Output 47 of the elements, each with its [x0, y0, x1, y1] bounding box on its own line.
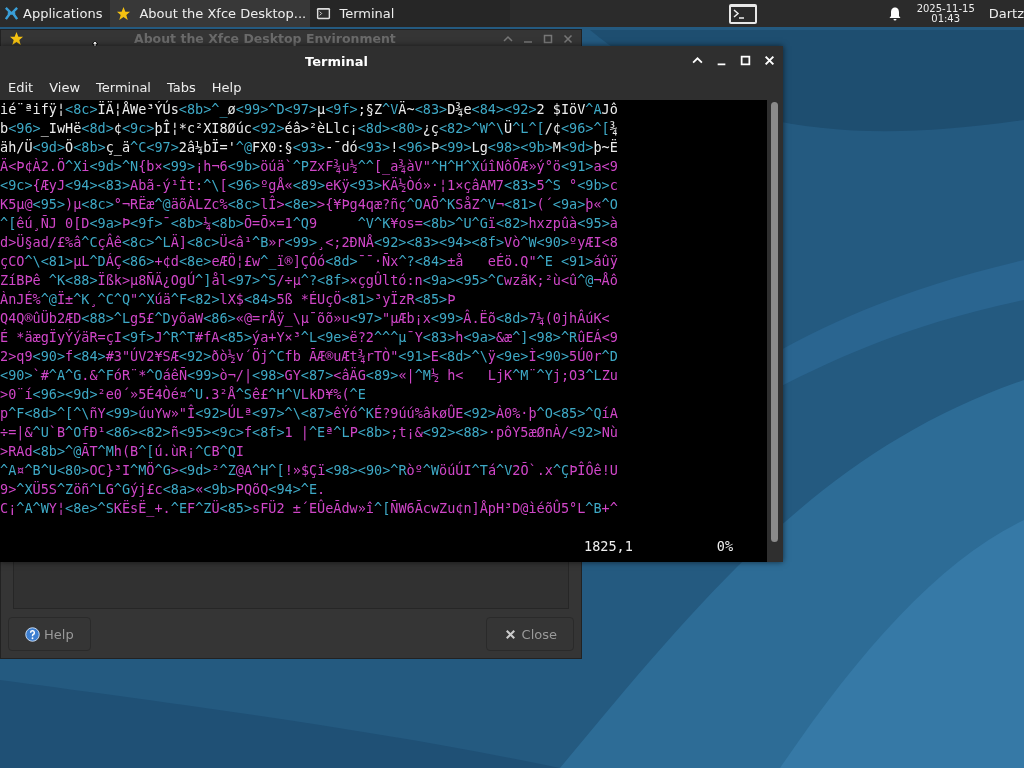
terminal-line: ÷=|&^U`B^OfÐ¹<86><82>ñ<95><9c>f<8f>1 |^Eª^LP<8b>;t¡&<92><88>·pôY5æØnÀ/<92>Nù [0, 423, 618, 442]
terminal-line: >RAd<8b>^@ÃT^Mh(B^[ú.ùR¡^CB^QI [0, 442, 244, 461]
scrollbar[interactable] [767, 100, 783, 562]
terminal-line: b<96>_IwHë<8d>¢<9c>þÎ¦*c²XI8Øúc<92>éâ>²èLlc¡<8d><80>¿ç<82>^W^\Ü^L^[/¢<96>^[¾ [0, 119, 618, 138]
star-icon [9, 31, 24, 46]
terminal-line: Q4Q®ûÜb2ÆD<88>^Lg5£^DyõaW<86>«@=rÅÿ_\µ¯õõ»u<97>"µÆb¡x<99>Â.Ëõ<8d>7¼(0jhÂúK< [0, 309, 610, 328]
close-button[interactable]: Close [485, 617, 574, 651]
menu-item[interactable]: View [41, 79, 89, 95]
terminal-line: >0¨í<96><9d>²e0´»5É4Òé¤^U.3²Å^Sê£^H^VLkD¥%(^E [0, 385, 366, 404]
help-button[interactable]: Help [8, 617, 91, 651]
terminal-line: çCO^\<81>µL^DÁÇ<86>+¢d<8e>eÆÖ¦£w^_ï®]ÇÓó<8d>¯¯·Ñx^?<84>±å eÉö.Q"^E <91>áûÿ [0, 252, 618, 271]
taskbar-button[interactable]: About the Xfce Desktop... [110, 0, 311, 27]
terminal-line: ^[êú¸ÑJ 0[D<9a>Þ<9f>¯<8b>¼<8b>Õ=Õ×=1^Q9 ^V^K¥os=<8b>^U^Gï<82>hxzpûà<95>à [0, 214, 618, 233]
taskbar-button[interactable]: Terminal [310, 0, 511, 27]
terminal-line: ÀnJÉ%^@Ï±^K¸^C^Q"^Xúä^F<82>lX$<84>5ß *ÉUçÖ<81>³yÏzR<85>Þ [0, 290, 456, 309]
clock-date: 2025-11-15 [916, 3, 975, 14]
star-icon [116, 6, 132, 21]
scrollbar-thumb[interactable] [771, 102, 778, 542]
terminal-line: 9>^XÜ5S^Zöñ^LG^Gýj£c<8a>«<9b>PQõQ<94>^E. [0, 480, 326, 499]
terminal-line: ié¨ªifÿ¦<8c>ÏÄ¦ÅWe³ÝÚs<8b>^_ø<99>^D<97>µ<9f>;§Z^VÄ~<83>D¾e<84><92>2 $IöV^AJô [0, 100, 618, 119]
terminal-line: <9c>{ÆyJ<94><83>Abã-ý¹Ît:^\[<96>ºgÅ«<89>eKÿ<93>KÄ½Òó»·¦1×çâAM7<83>5^S °<9b>c [0, 176, 618, 195]
help-icon [25, 626, 40, 642]
terminal-line: ZíBÞê ^K<88>Ïßk>µ8ÑÄ¿OgÚ^]ål<97>^S/÷µ^?<8f>×çgÛltó:n<9a><95>^CwzãK;²ù<û^@¬Åô [0, 271, 618, 290]
applications-menu[interactable]: Applications [0, 0, 107, 27]
terminal-line: <90>`#^A^G.&^FóR¨*^OáêÑ<99>ò¬/|<98>GY<87><âÄG<89>«|^M½ h< LjK^M¨^Yj;O3^LZu [0, 366, 618, 385]
terminal-line: Ä<Þ¢À2.Ö^Xi<9d>^N{b×<99>¡h¬6<9b>öúä`^PZxF¾u½^^[_a¾àV"^H^H^XúîNôÕÆ»ý°ö<91>a<9 [0, 157, 618, 176]
terminal-line: K5µ@<95>)µ<8c>°¬RËæ^@äõÀLZc%<8c>lÎ><8e>>{¥Þg4qæ?ñç^OAÕ^KSåZ^V¬<81>(´<9a>þ«^O [0, 195, 618, 214]
terminal-line: C¡^A^WY¦<8e>^SKËsË_+.^EF^ZÜ<85>sFÜ2 ±´EÛeÃdw»î^[ÑW6ÃcwZu¢n]ÅpH³D@ìéõÛ5°L^B+^ [0, 499, 618, 518]
terminal-line: d>Ü§ad/£%â^CçÂê<8c>^LÄ]<8c>Ü<â¹^B»r<99>¸<;2ÐNÅ<92><83><94><8f>Vò^W<90>ºyÆI<8 [0, 233, 618, 252]
terminal-line: ^A¤^B^U<80>OC}³I^MÖ^G><9d>²^Z@A^H^[!»$Çï<98><90>^Ròº^WöúÚI^Tá^V2Õ`.x^ÇÞÎÔê!U [0, 461, 618, 480]
menu-item[interactable]: Tabs [159, 79, 204, 95]
terminal-line: É *äægÏyÝýäR=çI<9f>J^R^T#fA<85>ýa+Y×³^L<9e>ë?2^^^µ¯Y<83>h<9a>&æ^]<98>^RûEÁ<9 [0, 328, 618, 347]
terminal-icon[interactable] [728, 2, 759, 25]
clock-time: 01:43 [931, 13, 961, 24]
terminal-line: p^F<8d>^[^\ñY<99>úuYw»"Î<92>ÚLª<97>^\<87>êÝó^KÉ?9úú%âkøÛE<92>À0%·þ^O<85>^QíA [0, 404, 618, 423]
terminal-line: äh/Ü<9d>Ö<8b>ç_ä^C<97>2â¼bÏ='^@FX0:§<93>-¯dó<93>!<96>Þ<99>Lg<98><9b>M<9d>þ~Ë [0, 138, 618, 157]
menu-item[interactable]: Edit [0, 79, 42, 95]
collapse-icon[interactable] [692, 55, 703, 66]
xfce-logo-icon [4, 6, 19, 21]
cursor-position: 1825,1 [584, 537, 633, 556]
scroll-percent: 0% [716, 537, 734, 556]
menu-item[interactable]: Terminal [88, 79, 159, 95]
menu-item[interactable]: Help [203, 79, 250, 95]
window-title: Terminal [305, 53, 368, 69]
terminal-icon [316, 6, 332, 21]
terminal-line: 2>q9<90>f<84>#3"ÚV2¥SÆ<92>ðò½v´Öj^Cfb ÃÆ®uÆt¾rTÒ"<91>E<8d>^\ÿ<9e>Ì<90>5Ú0r^D [0, 347, 618, 366]
user-name[interactable]: Dartz [988, 6, 1024, 21]
